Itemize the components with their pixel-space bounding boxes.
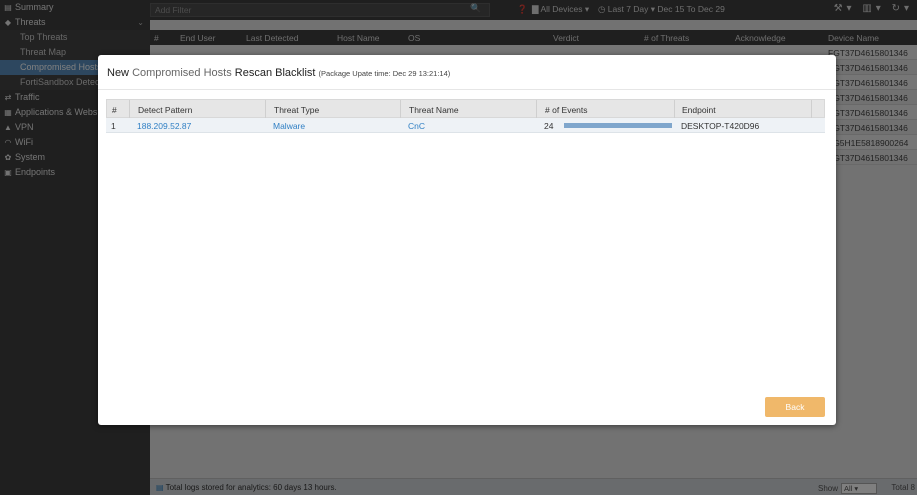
threat-type-link[interactable]: Malware <box>273 121 305 131</box>
title-compromised-hosts: Compromised Hosts <box>132 67 235 79</box>
column-divider <box>536 100 537 119</box>
rescan-blacklist-dialog: New Compromised Hosts Rescan Blacklist (… <box>98 55 836 425</box>
threat-name-link[interactable]: CnC <box>408 121 425 131</box>
column-header[interactable]: Detect Pattern <box>138 105 192 115</box>
row-number: 1 <box>111 121 116 131</box>
column-header[interactable]: Threat Name <box>409 105 459 115</box>
blacklist-table: # Detect Pattern Threat Type Threat Name… <box>106 99 825 133</box>
divider <box>98 89 836 90</box>
column-divider <box>400 100 401 119</box>
event-count: 24 <box>544 121 554 131</box>
column-divider <box>674 100 675 119</box>
table-row[interactable]: 1 188.209.52.87 Malware CnC 24 DESKTOP-T… <box>106 118 825 133</box>
column-header[interactable]: # of Events <box>545 105 588 115</box>
column-header[interactable]: Endpoint <box>682 105 716 115</box>
title-rescan-blacklist: Rescan Blacklist <box>234 67 319 79</box>
column-divider <box>265 100 266 119</box>
column-divider <box>129 100 130 119</box>
dialog-title: New Compromised Hosts Rescan Blacklist (… <box>107 67 450 79</box>
package-update-time: (Package Upate time: Dec 29 13:21:14) <box>318 69 451 78</box>
column-header[interactable]: # <box>112 105 117 115</box>
endpoint-name: DESKTOP-T420D96 <box>681 121 760 131</box>
title-prefix: New <box>107 67 133 79</box>
detect-pattern-link[interactable]: 188.209.52.87 <box>137 121 191 131</box>
column-header[interactable]: Threat Type <box>274 105 319 115</box>
table-header: # Detect Pattern Threat Type Threat Name… <box>106 99 825 119</box>
column-divider <box>811 100 812 119</box>
back-button[interactable]: Back <box>765 397 825 417</box>
events-bar <box>564 123 672 128</box>
